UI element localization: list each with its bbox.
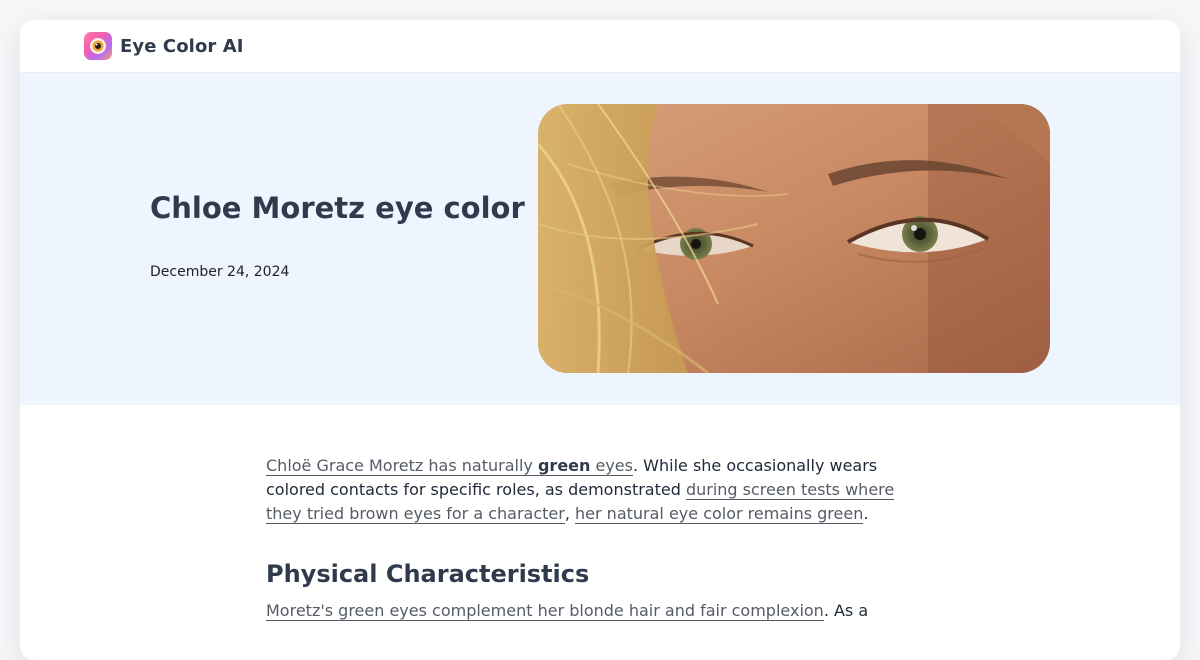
page-card: Eye Color AI Chloe Moretz eye color Dece… bbox=[20, 20, 1180, 660]
eye-closeup-photo bbox=[538, 104, 1050, 373]
physical-paragraph: Moretz's green eyes complement her blond… bbox=[266, 599, 906, 623]
link-text: eyes bbox=[590, 456, 633, 475]
body-text: . As a bbox=[823, 601, 869, 620]
complexion-link[interactable]: Moretz's green eyes complement her blond… bbox=[266, 601, 824, 621]
eye-logo-icon bbox=[84, 32, 112, 60]
body-text: . bbox=[863, 504, 869, 523]
app-name: Eye Color AI bbox=[120, 35, 244, 57]
intro-paragraph: Chloë Grace Moretz has naturally green e… bbox=[266, 454, 906, 526]
article-body: Chloë Grace Moretz has naturally green e… bbox=[266, 454, 906, 623]
link-bold-text: green bbox=[537, 456, 591, 475]
body-text: , bbox=[564, 504, 576, 523]
page-title: Chloe Moretz eye color bbox=[150, 191, 525, 225]
green-eyes-link[interactable]: Chloë Grace Moretz has naturally green e… bbox=[266, 456, 633, 476]
hero-image bbox=[538, 104, 1050, 373]
link-text: Chloë Grace Moretz has naturally bbox=[266, 456, 538, 475]
home-logo-link[interactable]: Eye Color AI bbox=[84, 32, 244, 60]
site-header: Eye Color AI bbox=[20, 20, 1180, 73]
hero-section: Chloe Moretz eye color December 24, 2024 bbox=[20, 73, 1180, 405]
natural-eye-color-link[interactable]: her natural eye color remains green bbox=[575, 504, 864, 524]
section-heading: Physical Characteristics bbox=[266, 560, 590, 588]
publish-date: December 24, 2024 bbox=[150, 264, 290, 280]
